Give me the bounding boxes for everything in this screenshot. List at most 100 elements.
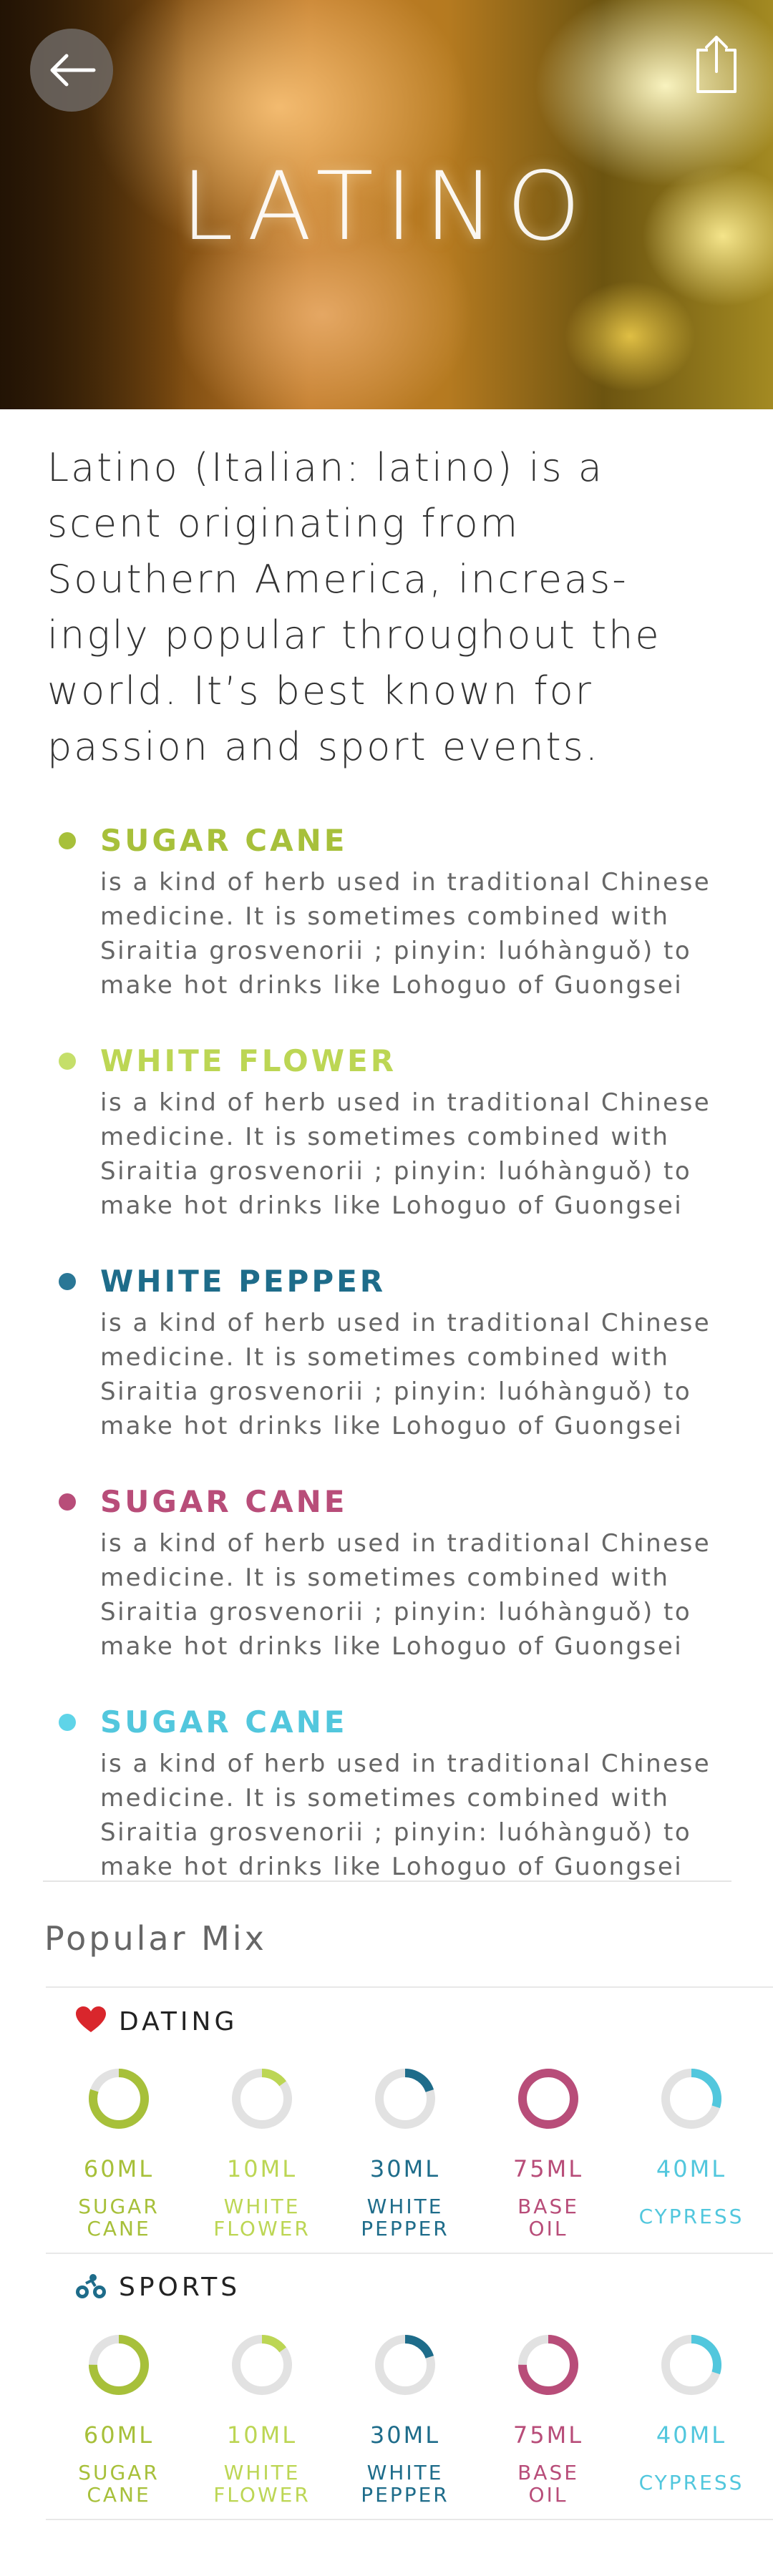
mix-amount: 40ML [656, 2155, 727, 2182]
bullet-dot-icon [59, 1053, 76, 1070]
description-line: is a kind of herb used in traditional Ch… [100, 868, 711, 897]
description-line: medicine. It is sometimes combined with [100, 1123, 670, 1151]
mix-ingredient-label: CYPRESS [620, 2205, 763, 2228]
mix-ingredient: 75ML BASE OIL [477, 2067, 620, 2240]
mix-label: DATING [119, 2006, 238, 2036]
intro-line: ingly popular throughout the [47, 613, 661, 658]
ingredient-name: SUGAR CANE [100, 823, 348, 858]
description-line: Siraitia grosvenorii ; pinyin: luóhànguǒ… [100, 1818, 692, 1847]
description-line: medicine. It is sometimes combined with [100, 902, 670, 931]
mix-ingredient: 30ML WHITE PEPPER [334, 2333, 477, 2506]
mix-ingredient-label-line: PEPPER [361, 2483, 449, 2507]
intro-text: Latino (Italian: latino) is a scent orig… [47, 440, 734, 775]
mix-ingredient-label-line: FLOWER [213, 2483, 311, 2507]
mix-ingredient-label: CYPRESS [620, 2472, 763, 2494]
mix-card-sports[interactable]: SPORTS 60ML SUGAR CANE 10ML WHITE FLOWER 30ML WH… [46, 2253, 773, 2519]
share-icon [696, 36, 736, 93]
mix-ingredient: 75ML BASE OIL [477, 2333, 620, 2506]
ingredient-name: WHITE FLOWER [100, 1043, 397, 1078]
mix-ingredient-label-line: CYPRESS [638, 2471, 744, 2494]
description-line: medicine. It is sometimes combined with [100, 1343, 670, 1372]
ingredient-name: WHITE PEPPER [100, 1264, 386, 1299]
mix-card-dating[interactable]: DATING 60ML SUGAR CANE 10ML WHITE FLOWER 30ML WH… [46, 1986, 773, 2253]
mix-amount: 30ML [369, 2155, 441, 2182]
description-line: medicine. It is sometimes combined with [100, 1784, 670, 1813]
ingredient-description: is a kind of herb used in traditional Ch… [100, 865, 739, 1002]
description-line: make hot drinks like Lohoguo of Guongsei [100, 1632, 684, 1661]
ingredient-list: SUGAR CANE is a kind of herb used in trad… [52, 819, 739, 1921]
mix-ingredient: 40ML CYPRESS [620, 2333, 763, 2494]
mix-label: SPORTS [119, 2273, 241, 2302]
mix-ingredient: 10ML WHITE FLOWER [190, 2333, 334, 2506]
description-line: Siraitia grosvenorii ; pinyin: luóhànguǒ… [100, 1377, 692, 1406]
mix-ingredient-label-line: PEPPER [361, 2217, 449, 2240]
back-button[interactable] [30, 29, 113, 112]
description-line: make hot drinks like Lohoguo of Guongsei [100, 1412, 684, 1440]
mix-ingredient: 60ML SUGAR CANE [47, 2333, 190, 2506]
page-title: LATINO [180, 152, 593, 262]
ingredient-item: WHITE FLOWER is a kind of herb used in tr… [52, 1040, 739, 1223]
share-button[interactable] [691, 34, 742, 94]
mix-ingredient-label-line: FLOWER [213, 2217, 311, 2240]
mix-ingredient: 30ML WHITE PEPPER [334, 2067, 477, 2240]
mix-ingredient-label: BASE OIL [477, 2462, 620, 2506]
progress-ring-icon [232, 2069, 292, 2129]
ingredient-description: is a kind of herb used in traditional Ch… [100, 1747, 739, 1884]
mix-header: DATING [76, 2006, 238, 2036]
mix-ingredient-label-line: CYPRESS [638, 2205, 744, 2228]
arrow-left-icon [50, 54, 96, 87]
mix-ingredients: 60ML SUGAR CANE 10ML WHITE FLOWER 30ML WHITE PEP… [46, 2067, 742, 2260]
mix-amount: 10ML [226, 2155, 298, 2182]
bicycle-icon [76, 2273, 106, 2302]
mix-amount: 40ML [656, 2421, 727, 2449]
mix-ingredient-label-line: BASE [517, 2461, 579, 2484]
intro-line: Latino (Italian: latino) is a [47, 445, 604, 490]
mix-ingredient-label-line: CANE [87, 2217, 151, 2240]
mix-ingredient: 40ML CYPRESS [620, 2067, 763, 2228]
intro-line: world. It’s best known for [47, 668, 593, 713]
mix-ingredient-label-line: BASE [517, 2195, 579, 2218]
mix-amount: 30ML [369, 2421, 441, 2449]
description-line: Siraitia grosvenorii ; pinyin: luóhànguǒ… [100, 1598, 692, 1626]
mix-ingredient-label-line: WHITE [366, 2461, 444, 2484]
section-divider [43, 1880, 731, 1882]
description-line: make hot drinks like Lohoguo of Guongsei [100, 971, 684, 1000]
mix-ingredient-label: WHITE PEPPER [334, 2195, 477, 2240]
mix-ingredient-label-line: OIL [528, 2217, 568, 2240]
mix-amount: 75ML [512, 2155, 584, 2182]
ingredient-item: SUGAR CANE is a kind of herb used in trad… [52, 1480, 739, 1664]
progress-ring-icon [518, 2069, 578, 2129]
ingredient-name: SUGAR CANE [100, 1704, 348, 1740]
bullet-dot-icon [59, 832, 76, 849]
mix-amount: 60ML [83, 2155, 155, 2182]
description-line: is a kind of herb used in traditional Ch… [100, 1750, 711, 1778]
intro-line: passion and sport events. [47, 724, 600, 769]
ingredient-item: SUGAR CANE is a kind of herb used in trad… [52, 1701, 739, 1884]
mix-amount: 60ML [83, 2421, 155, 2449]
progress-ring-icon [375, 2069, 435, 2129]
mix-amount: 75ML [512, 2421, 584, 2449]
bullet-dot-icon [59, 1273, 76, 1290]
mix-ingredient-label: WHITE FLOWER [190, 2462, 334, 2506]
progress-ring-icon [661, 2335, 721, 2395]
progress-ring-icon [232, 2335, 292, 2395]
progress-ring-icon [89, 2069, 149, 2129]
ingredient-item: WHITE PEPPER is a kind of herb used in tr… [52, 1260, 739, 1443]
description-line: medicine. It is sometimes combined with [100, 1563, 670, 1592]
mix-ingredient-label: SUGAR CANE [47, 2195, 190, 2240]
description-line: make hot drinks like Lohoguo of Guongsei [100, 1191, 684, 1220]
description-line: is a kind of herb used in traditional Ch… [100, 1529, 711, 1558]
mix-ingredient-label-line: WHITE [223, 2461, 301, 2484]
mix-ingredient-label: SUGAR CANE [47, 2462, 190, 2506]
description-line: Siraitia grosvenorii ; pinyin: luóhànguǒ… [100, 1157, 692, 1186]
progress-ring-icon [661, 2069, 721, 2129]
description-line: Siraitia grosvenorii ; pinyin: luóhànguǒ… [100, 937, 692, 965]
description-line: is a kind of herb used in traditional Ch… [100, 1088, 711, 1117]
ingredient-item: SUGAR CANE is a kind of herb used in trad… [52, 819, 739, 1002]
ingredient-description: is a kind of herb used in traditional Ch… [100, 1526, 739, 1664]
mix-ingredient-label-line: SUGAR [78, 2461, 160, 2484]
mix-ingredient: 10ML WHITE FLOWER [190, 2067, 334, 2240]
progress-ring-icon [89, 2335, 149, 2395]
mix-amount: 10ML [226, 2421, 298, 2449]
intro-line: scent originating from [47, 501, 520, 546]
